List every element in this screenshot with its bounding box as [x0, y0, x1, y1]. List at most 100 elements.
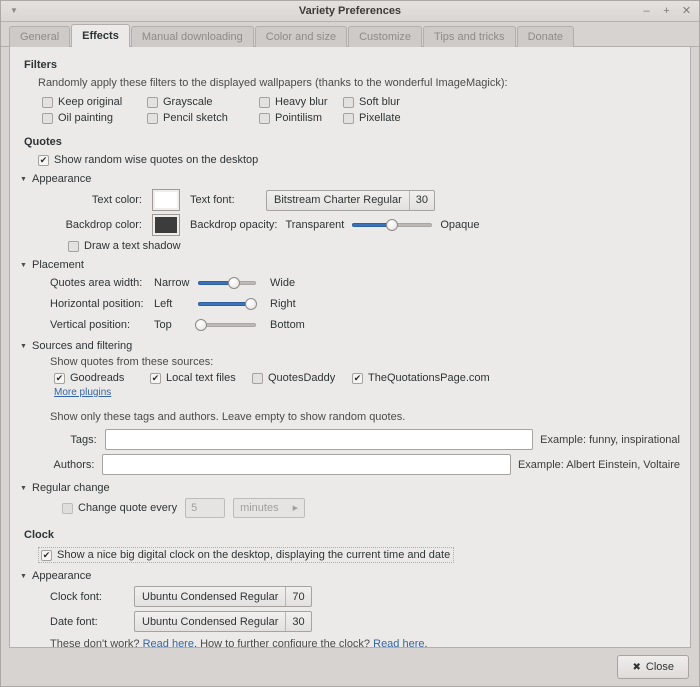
sources-label: Show quotes from these sources:: [50, 356, 680, 368]
source-local-text-files[interactable]: ✔ Local text files: [150, 372, 252, 384]
regular-change-expander[interactable]: ▼ Regular change: [20, 482, 680, 494]
window-menu-icon[interactable]: ▼: [5, 3, 23, 19]
quotes-appearance-expander[interactable]: ▼ Appearance: [20, 173, 680, 185]
placement-expander[interactable]: ▼ Placement: [20, 259, 680, 271]
backdrop-color-swatch[interactable]: [152, 214, 180, 236]
slider-knob[interactable]: [245, 298, 257, 310]
horizontal-position-slider[interactable]: [198, 296, 256, 312]
checkbox-indicator[interactable]: [147, 97, 158, 108]
more-plugins-link[interactable]: More plugins: [54, 387, 111, 398]
clock-heading: Clock: [24, 529, 680, 541]
filter-grayscale[interactable]: Grayscale: [147, 96, 259, 108]
tab-customize[interactable]: Customize: [348, 26, 422, 47]
checkbox-indicator[interactable]: [343, 97, 354, 108]
text-font-label: Text font:: [190, 194, 266, 206]
authors-input[interactable]: [102, 454, 511, 475]
checkbox-indicator[interactable]: [252, 373, 263, 384]
tab-manual-downloading[interactable]: Manual downloading: [131, 26, 254, 47]
show-quotes-checkbox[interactable]: ✔ Show random wise quotes on the desktop: [38, 154, 680, 166]
checkbox-indicator[interactable]: [42, 97, 53, 108]
vertical-position-slider[interactable]: [198, 317, 256, 333]
checkbox-indicator[interactable]: [147, 113, 158, 124]
tab-color-and-size[interactable]: Color and size: [255, 26, 347, 47]
date-font-label: Date font:: [50, 616, 134, 628]
backdrop-opacity-label: Backdrop opacity:: [190, 219, 277, 231]
change-interval-stepper[interactable]: 5: [185, 498, 225, 518]
filter-heavy-blur[interactable]: Heavy blur: [259, 96, 343, 108]
change-quote-checkbox[interactable]: [62, 503, 73, 514]
text-font-button[interactable]: Bitstream Charter Regular 30: [266, 190, 435, 211]
clock-help-text: These don't work? Read here. How to furt…: [50, 638, 680, 648]
checkbox-indicator[interactable]: ✔: [352, 373, 363, 384]
checkbox-indicator[interactable]: [343, 113, 354, 124]
clock-appearance-expander[interactable]: ▼ Appearance: [20, 570, 680, 582]
filter-label: Pointilism: [275, 112, 322, 124]
expander-label: Appearance: [32, 570, 91, 582]
filter-pencil-sketch[interactable]: Pencil sketch: [147, 112, 259, 124]
filter-pointilism[interactable]: Pointilism: [259, 112, 343, 124]
date-font-button[interactable]: Ubuntu Condensed Regular 30: [134, 611, 312, 632]
help-prefix: These don't work?: [50, 638, 143, 648]
checkbox-indicator[interactable]: ✔: [54, 373, 65, 384]
filter-oil-painting[interactable]: Oil painting: [42, 112, 147, 124]
footer-bar: ✖ Close: [1, 648, 699, 686]
clock-help-link-2[interactable]: Read here: [373, 638, 424, 648]
clock-font-button[interactable]: Ubuntu Condensed Regular 70: [134, 586, 312, 607]
vertical-position-label: Vertical position:: [50, 319, 154, 331]
maximize-icon[interactable]: +: [661, 6, 672, 17]
horizontal-max-label: Right: [270, 298, 296, 310]
checkbox-indicator[interactable]: [68, 241, 79, 252]
change-interval-unit-select[interactable]: minutes ▶: [233, 498, 305, 518]
tab-effects[interactable]: Effects: [71, 24, 130, 47]
quotes-width-max-label: Wide: [270, 277, 295, 289]
filters-description: Randomly apply these filters to the disp…: [38, 77, 680, 89]
opacity-max-label: Opaque: [440, 219, 479, 231]
close-button-label: Close: [646, 661, 674, 673]
page-title: Variety Preferences: [1, 5, 699, 17]
filter-soft-blur[interactable]: Soft blur: [343, 96, 453, 108]
checkbox-indicator[interactable]: [259, 97, 270, 108]
tags-input[interactable]: [105, 429, 533, 450]
tab-donate[interactable]: Donate: [517, 26, 574, 47]
window-controls: – + ✕: [641, 6, 692, 17]
close-button[interactable]: ✖ Close: [617, 655, 689, 679]
minimize-icon[interactable]: –: [641, 6, 652, 17]
source-quotesdaddy[interactable]: QuotesDaddy: [252, 372, 352, 384]
tags-example: Example: funny, inspirational: [540, 434, 680, 446]
slider-knob[interactable]: [195, 319, 207, 331]
text-shadow-label: Draw a text shadow: [84, 240, 181, 252]
checkbox-indicator[interactable]: ✔: [38, 155, 49, 166]
quotes-width-slider[interactable]: [198, 275, 256, 291]
source-thequotationspage[interactable]: ✔ TheQuotationsPage.com: [352, 372, 490, 384]
checkbox-indicator[interactable]: ✔: [150, 373, 161, 384]
sources-expander[interactable]: ▼ Sources and filtering: [20, 340, 680, 352]
checkbox-indicator[interactable]: ✔: [41, 550, 52, 561]
filter-label: Oil painting: [58, 112, 113, 124]
show-clock-checkbox[interactable]: ✔ Show a nice big digital clock on the d…: [38, 547, 454, 563]
text-color-swatch[interactable]: [152, 189, 180, 211]
clock-help-link-1[interactable]: Read here: [143, 638, 194, 648]
text-color-label: Text color:: [50, 194, 142, 206]
close-icon[interactable]: ✕: [681, 6, 692, 17]
source-goodreads[interactable]: ✔ Goodreads: [54, 372, 150, 384]
checkbox-indicator[interactable]: [259, 113, 270, 124]
filter-pixellate[interactable]: Pixellate: [343, 112, 453, 124]
filter-label: Keep original: [58, 96, 122, 108]
tab-tips-and-tricks[interactable]: Tips and tricks: [423, 26, 516, 47]
slider-knob[interactable]: [386, 219, 398, 231]
backdrop-opacity-slider[interactable]: [352, 217, 432, 233]
horizontal-min-label: Left: [154, 298, 198, 310]
expander-label: Sources and filtering: [32, 340, 132, 352]
checkbox-indicator[interactable]: [42, 113, 53, 124]
help-middle: . How to further configure the clock?: [194, 638, 373, 648]
help-suffix: .: [425, 638, 428, 648]
slider-knob[interactable]: [228, 277, 240, 289]
date-font-name: Ubuntu Condensed Regular: [135, 612, 285, 631]
tags-label: Tags:: [50, 434, 97, 446]
tab-general[interactable]: General: [9, 26, 70, 47]
backdrop-color-label: Backdrop color:: [50, 219, 142, 231]
text-shadow-checkbox[interactable]: Draw a text shadow: [68, 240, 680, 252]
filter-keep-original[interactable]: Keep original: [42, 96, 147, 108]
source-label: Goodreads: [70, 372, 124, 384]
quotes-heading: Quotes: [24, 136, 680, 148]
